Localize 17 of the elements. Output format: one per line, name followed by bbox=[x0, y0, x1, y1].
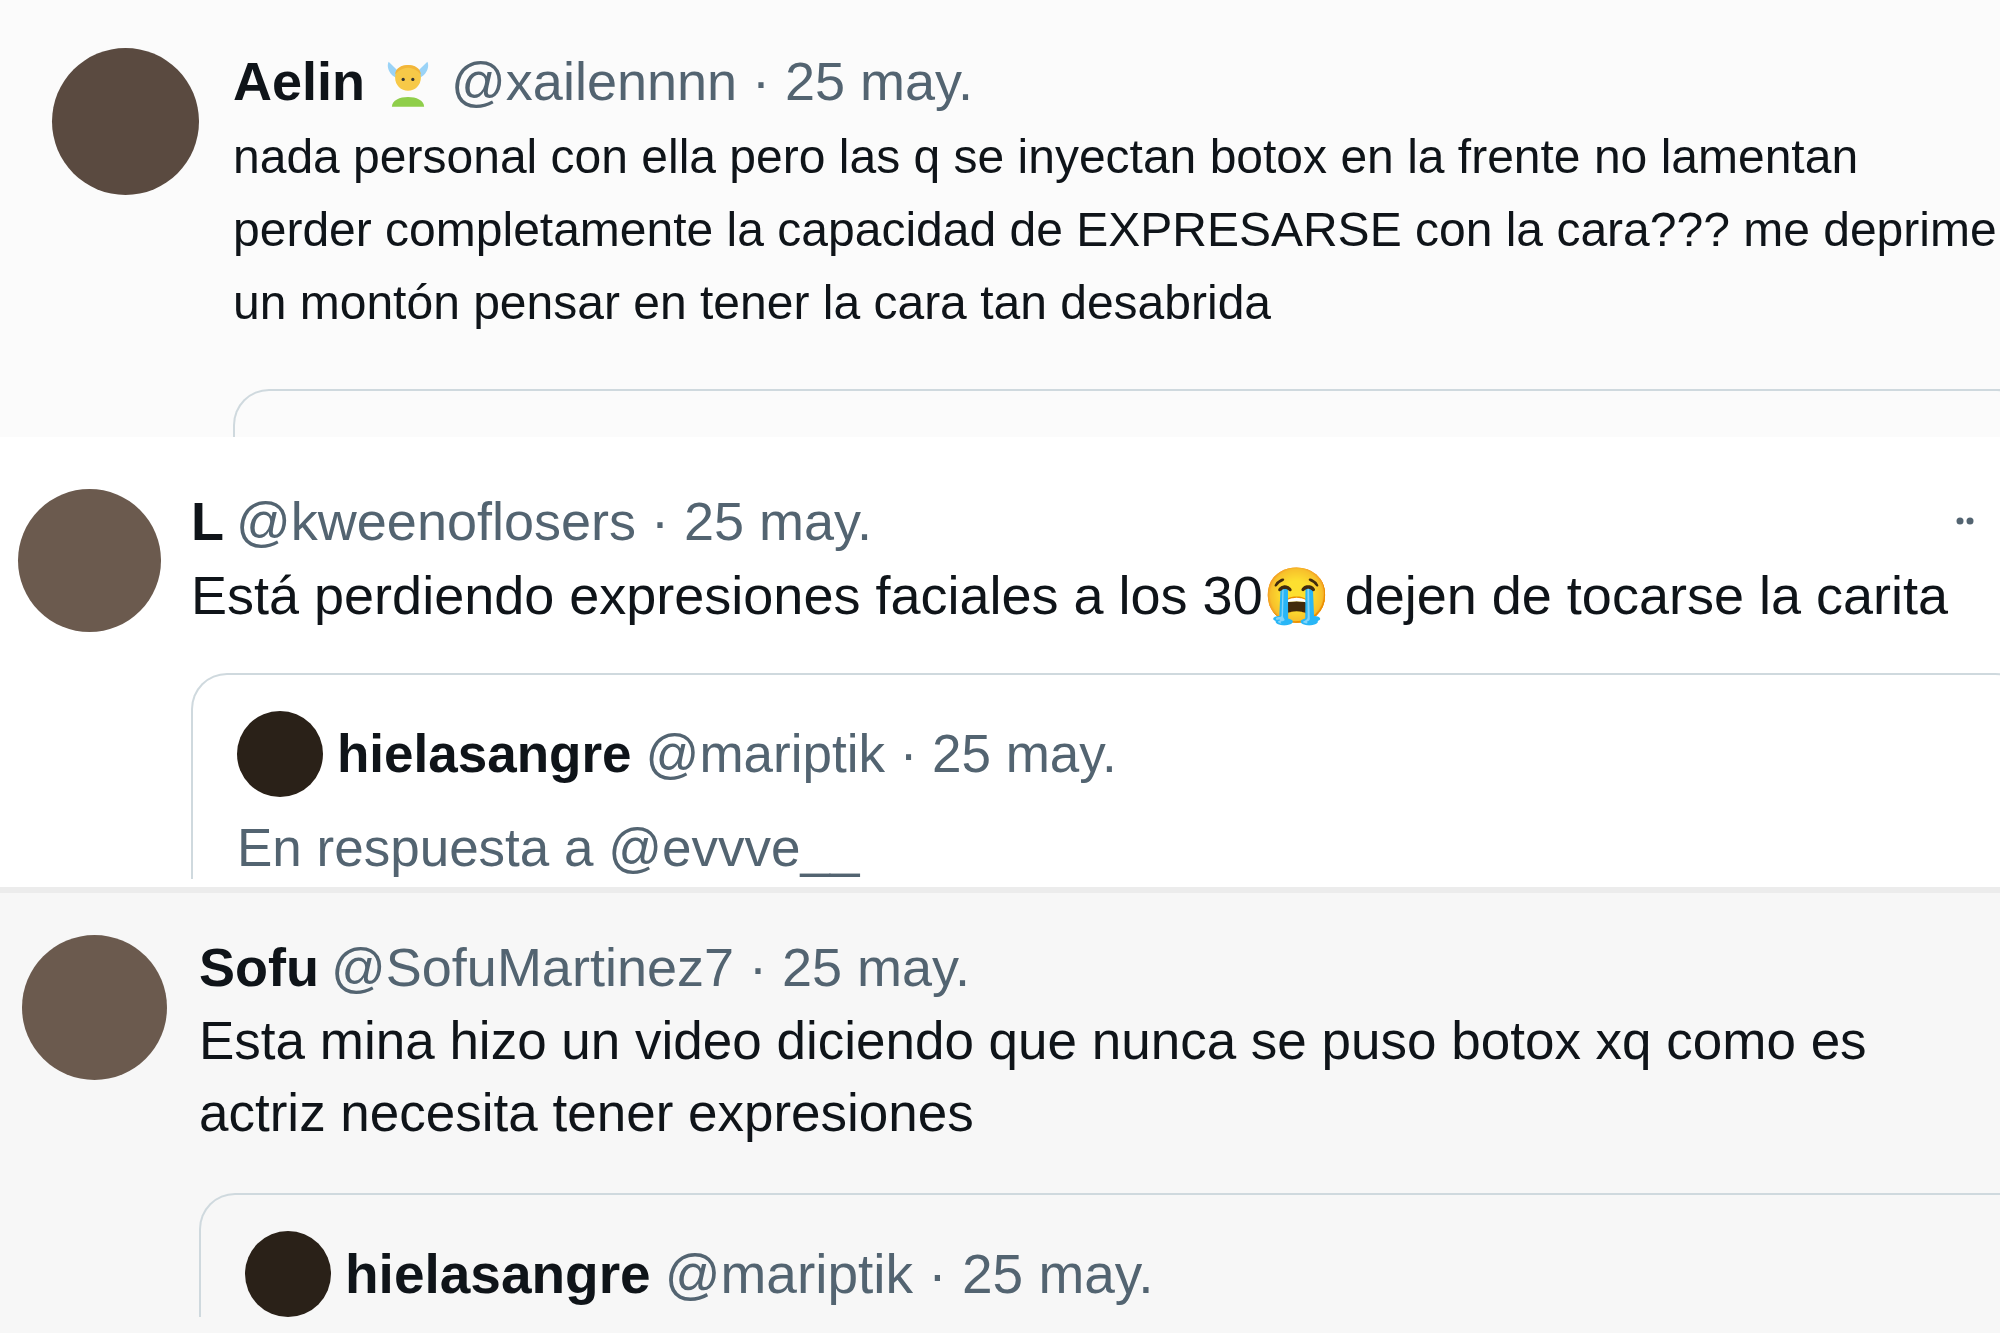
user-handle-date: @SofuMartinez7 · 25 may. bbox=[331, 936, 971, 999]
user-handle-date: @xailennnn · 25 may. bbox=[451, 50, 974, 113]
user-handle-date: @mariptik · 25 may. bbox=[645, 723, 1117, 785]
more-icon[interactable] bbox=[1956, 517, 1974, 525]
tweet-text: Está perdiendo expresiones faciales a los 30😭 dejen de tocarse la carita bbox=[191, 564, 1950, 628]
reply-context: En respuesta a @evvve__ bbox=[237, 817, 861, 879]
quoted-tweet-card[interactable]: hielasangre @mariptik · 25 may. bbox=[199, 1193, 2000, 1317]
user-name[interactable]: Sofu bbox=[199, 935, 319, 999]
user-handle-date: @kweenoflosers · 25 may. bbox=[236, 490, 873, 553]
user-name[interactable]: hielasangre bbox=[345, 1242, 651, 1306]
user-name[interactable]: Aelin bbox=[233, 48, 366, 114]
tweet-text: Esta mina hizo un video diciendo que nunca se puso botox xq como es actriz necesita tener expresiones bbox=[199, 1010, 1868, 1144]
user-name[interactable]: hielasangre bbox=[337, 723, 632, 785]
quoted-tweet-card[interactable]: hielasangre @mariptik · 25 may. En respuesta a @evvve__ bbox=[191, 673, 2000, 879]
user-name[interactable]: L bbox=[191, 489, 224, 553]
tweet-text: nada personal con ella pero las q se inyectan botox en la frente no lamentan perder completamente la capacidad de EXPRESARSE con la cara??? me deprime un montón pensar en tener la cara tan desabrida bbox=[233, 129, 1998, 331]
user-handle-date: @mariptik · 25 may. bbox=[664, 1242, 1154, 1306]
